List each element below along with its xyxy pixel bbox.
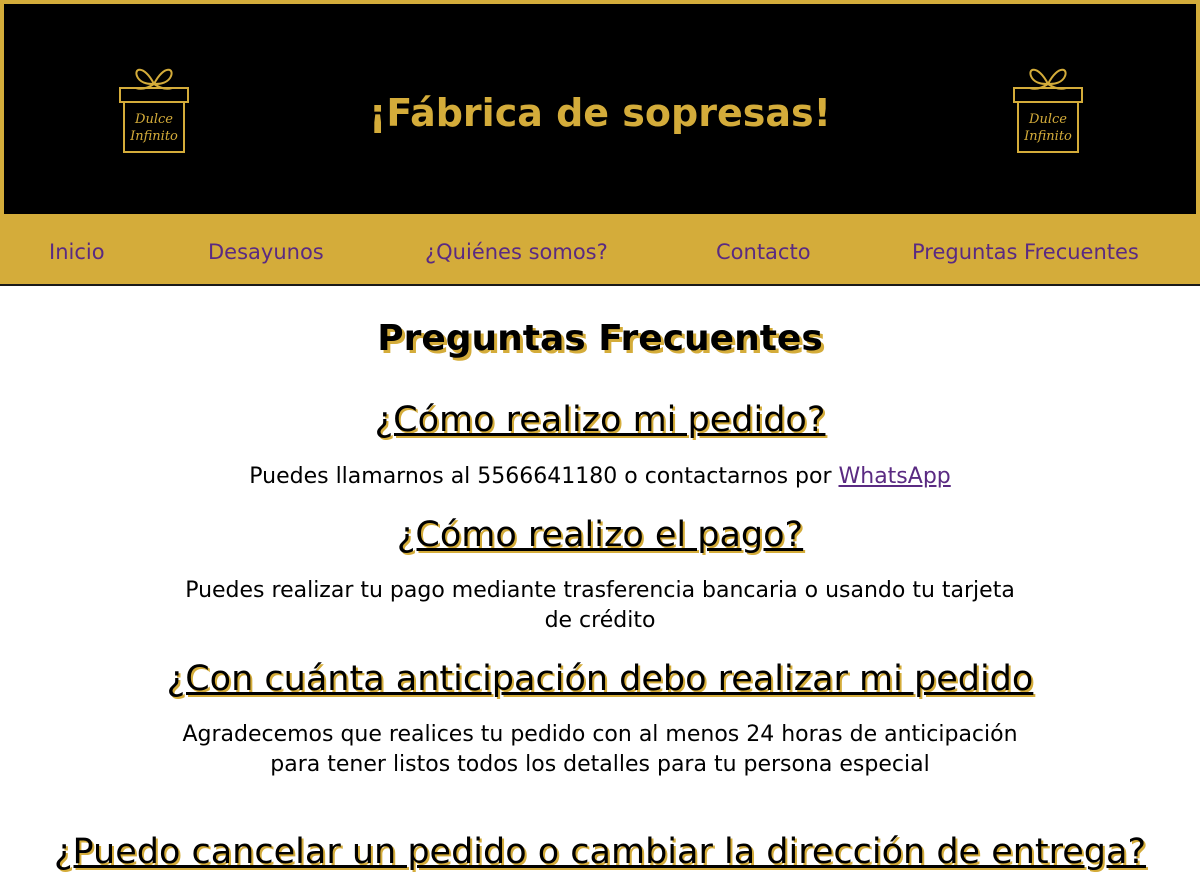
nav-link-quienes-somos[interactable]: ¿Quiénes somos?: [425, 239, 608, 265]
faq-question-cancel: ¿Puedo cancelar un pedido o cambiar la d…: [53, 832, 1147, 872]
faq-question-anticipation: ¿Con cuánta anticipación debo realizar m…: [166, 659, 1034, 699]
faq-answer-order-text: Puedes llamarnos al 5566641180 o contact…: [249, 464, 839, 489]
whatsapp-link[interactable]: WhatsApp: [839, 464, 951, 489]
faq-question-payment: ¿Cómo realizo el pago?: [396, 515, 804, 555]
gift-box-logo-right[interactable]: Dulce Infinito: [1008, 60, 1088, 156]
faq-question-order: ¿Cómo realizo mi pedido?: [374, 400, 826, 440]
nav-link-preguntas-frecuentes[interactable]: Preguntas Frecuentes: [912, 239, 1139, 265]
faq-answer-order: Puedes llamarnos al 5566641180 o contact…: [180, 462, 1020, 492]
nav-link-desayunos[interactable]: Desayunos: [208, 239, 324, 265]
nav-link-contacto[interactable]: Contacto: [716, 239, 811, 265]
page-title: Preguntas Frecuentes: [377, 318, 823, 359]
gift-box-icon: Dulce Infinito: [1013, 68, 1083, 153]
main-nav: Inicio Desayunos ¿Quiénes somos? Contact…: [0, 218, 1200, 286]
logo-text-line-2: Infinito: [1023, 129, 1072, 144]
logo-text-line-1: Dulce: [1028, 112, 1067, 127]
nav-link-inicio[interactable]: Inicio: [49, 239, 105, 265]
faq-answer-payment: Puedes realizar tu pago mediante trasfer…: [185, 578, 1015, 633]
faq-answer-anticipation: Agradecemos que realices tu pedido con a…: [182, 722, 1018, 777]
site-header: Dulce Infinito ¡Fábrica de sopresas! Dul…: [0, 0, 1200, 218]
